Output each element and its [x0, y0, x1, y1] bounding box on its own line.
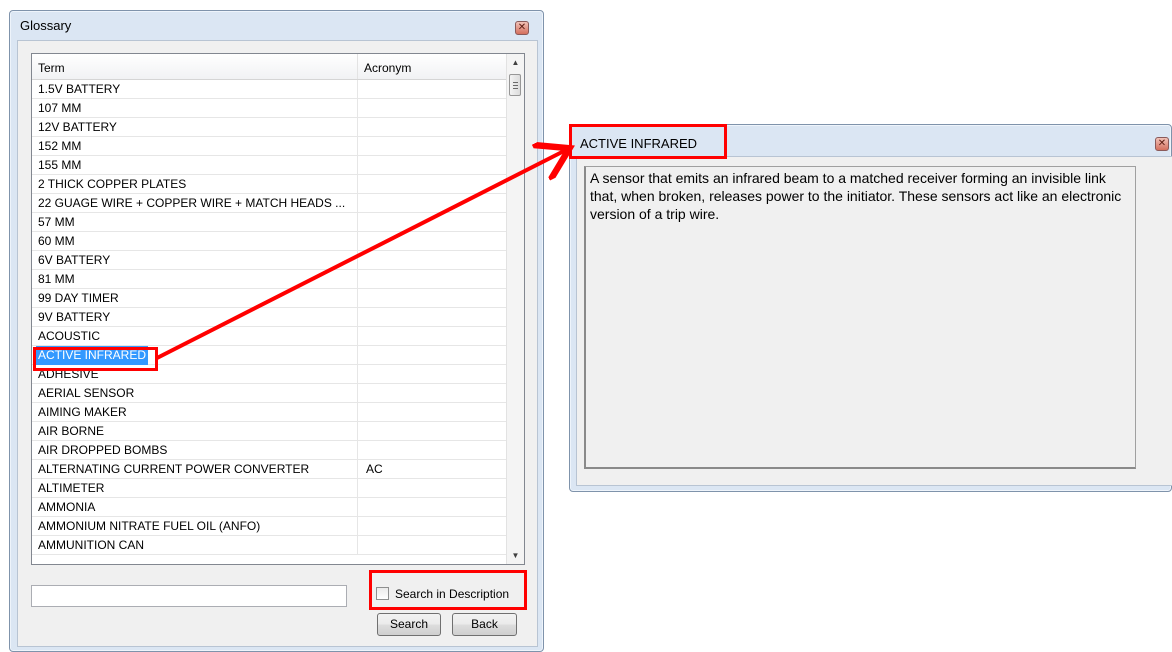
column-separator [357, 232, 358, 251]
column-separator [357, 327, 358, 346]
thumb-grip [513, 85, 518, 86]
term-cell: 22 GUAGE WIRE + COPPER WIRE + MATCH HEAD… [38, 196, 346, 210]
term-cell: 99 DAY TIMER [38, 291, 119, 305]
column-separator [357, 384, 358, 403]
table-row[interactable]: AMMUNITION CAN [32, 536, 508, 555]
column-separator [357, 194, 358, 213]
term-cell: AIMING MAKER [38, 405, 127, 419]
table-row[interactable]: 60 MM [32, 232, 508, 251]
close-icon: ✕ [517, 22, 527, 33]
term-cell: ALTIMETER [38, 481, 105, 495]
term-cell: AMMUNITION CAN [38, 538, 144, 552]
term-cell: 6V BATTERY [38, 253, 111, 267]
glossary-rows: 1.5V BATTERY 107 MM 12V BATTERY 152 MM 155 M… [32, 80, 508, 555]
term-description: A sensor that emits an infrared beam to … [584, 166, 1136, 469]
table-row[interactable]: AERIAL SENSOR [32, 384, 508, 403]
table-row[interactable]: AMMONIUM NITRATE FUEL OIL (ANFO) [32, 517, 508, 536]
glossary-list-header: Term Acronym [32, 54, 508, 80]
acronym-cell: AC [366, 462, 383, 476]
column-separator [357, 346, 358, 365]
column-separator [357, 460, 358, 479]
term-cell: 155 MM [38, 158, 82, 172]
term-cell: 81 MM [38, 272, 75, 286]
scrollbar-thumb[interactable] [509, 74, 521, 96]
term-cell: 57 MM [38, 215, 75, 229]
table-row[interactable]: AIR DROPPED BOMBS [32, 441, 508, 460]
column-separator [357, 422, 358, 441]
table-row[interactable]: 22 GUAGE WIRE + COPPER WIRE + MATCH HEAD… [32, 194, 508, 213]
term-cell: 1.5V BATTERY [38, 82, 121, 96]
thumb-grip [513, 88, 518, 89]
column-separator [357, 517, 358, 536]
table-row[interactable]: 107 MM [32, 99, 508, 118]
column-separator [357, 403, 358, 422]
table-row[interactable]: 9V BATTERY [32, 308, 508, 327]
arrow-down-icon[interactable]: ▼ [507, 547, 524, 564]
column-separator [357, 175, 358, 194]
term-cell: AIR BORNE [38, 424, 105, 438]
term-cell: 12V BATTERY [38, 120, 117, 134]
column-separator [357, 118, 358, 137]
term-cell: AERIAL SENSOR [38, 386, 135, 400]
term-cell: ALTERNATING CURRENT POWER CONVERTER [38, 462, 310, 476]
table-row[interactable]: AMMONIA [32, 498, 508, 517]
glossary-close-button[interactable]: ✕ [515, 21, 529, 35]
column-separator [357, 536, 358, 555]
close-icon: ✕ [1157, 138, 1167, 149]
table-row[interactable]: 155 MM [32, 156, 508, 175]
table-row[interactable]: ALTIMETER [32, 479, 508, 498]
search-button[interactable]: Search [377, 613, 441, 636]
search-input[interactable] [31, 585, 347, 607]
column-separator [357, 99, 358, 118]
highlight-selected-term [33, 347, 158, 371]
highlight-search-in-description [369, 570, 527, 610]
term-cell: 107 MM [38, 101, 82, 115]
term-cell: AIR DROPPED BOMBS [38, 443, 168, 457]
table-row[interactable]: 6V BATTERY [32, 251, 508, 270]
column-separator [357, 441, 358, 460]
table-row[interactable]: 2 THICK COPPER PLATES [32, 175, 508, 194]
table-row[interactable]: AIMING MAKER [32, 403, 508, 422]
table-row[interactable]: 152 MM [32, 137, 508, 156]
term-cell: 9V BATTERY [38, 310, 111, 324]
column-header-acronym[interactable]: Acronym [358, 54, 508, 79]
back-button[interactable]: Back [452, 613, 517, 636]
column-separator [357, 251, 358, 270]
table-row[interactable]: ACOUSTIC [32, 327, 508, 346]
table-row[interactable]: AIR BORNE [32, 422, 508, 441]
column-separator [357, 479, 358, 498]
column-separator [357, 137, 358, 156]
glossary-list[interactable]: Term Acronym 1.5V BATTERY 107 MM 12V BATTE… [31, 53, 525, 565]
term-cell: AMMONIUM NITRATE FUEL OIL (ANFO) [38, 519, 261, 533]
term-cell: 60 MM [38, 234, 75, 248]
column-header-term[interactable]: Term [32, 54, 358, 79]
glossary-window-title: Glossary [20, 18, 72, 33]
detail-close-button[interactable]: ✕ [1155, 137, 1169, 151]
thumb-grip [513, 82, 518, 83]
column-separator [357, 289, 358, 308]
table-row[interactable]: ALTERNATING CURRENT POWER CONVERTER AC [32, 460, 508, 479]
term-cell: ACOUSTIC [38, 329, 101, 343]
column-separator [357, 213, 358, 232]
column-separator [357, 308, 358, 327]
column-separator [357, 498, 358, 517]
term-cell: AMMONIA [38, 500, 96, 514]
column-separator [357, 270, 358, 289]
table-row[interactable]: 81 MM [32, 270, 508, 289]
column-separator [357, 156, 358, 175]
table-row[interactable]: 1.5V BATTERY [32, 80, 508, 99]
glossary-scrollbar[interactable]: ▲ ▼ [506, 54, 524, 564]
table-row[interactable]: 99 DAY TIMER [32, 289, 508, 308]
term-cell: 152 MM [38, 139, 82, 153]
highlight-detail-title [569, 124, 727, 159]
column-separator [357, 365, 358, 384]
column-separator [357, 80, 358, 99]
table-row[interactable]: 12V BATTERY [32, 118, 508, 137]
table-row[interactable]: 57 MM [32, 213, 508, 232]
term-cell: 2 THICK COPPER PLATES [38, 177, 187, 191]
arrow-up-icon[interactable]: ▲ [507, 54, 524, 71]
